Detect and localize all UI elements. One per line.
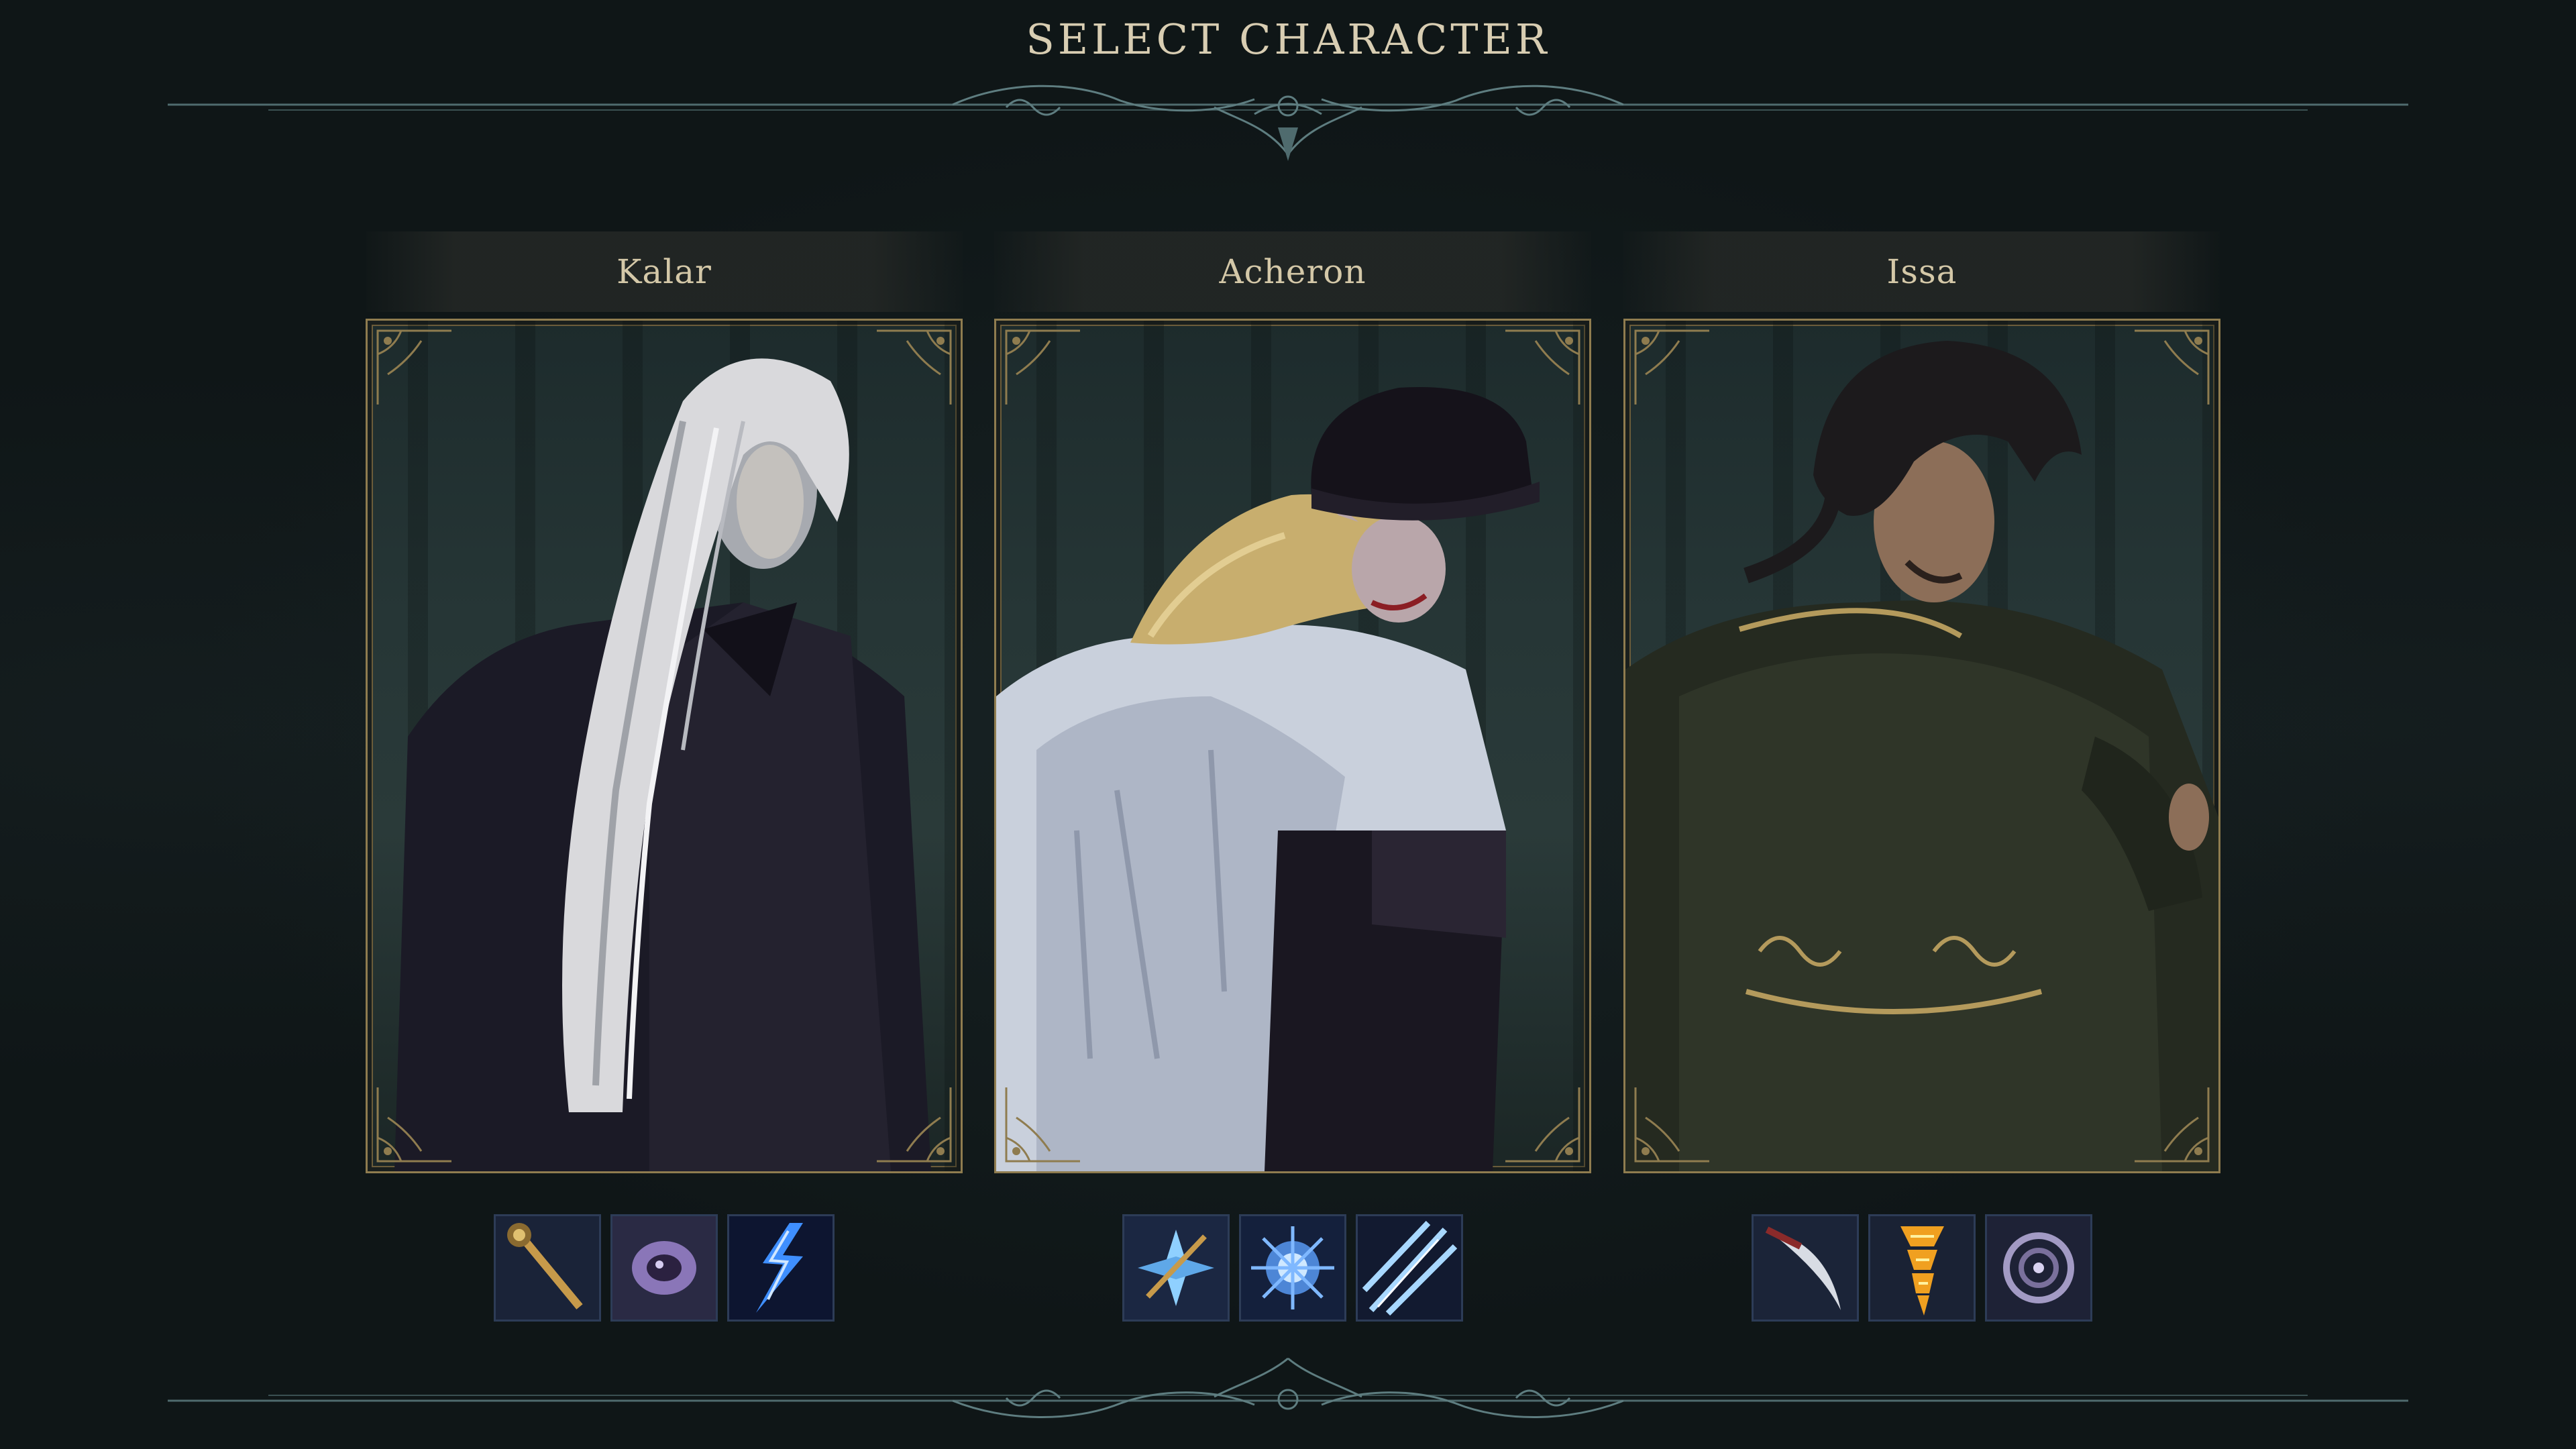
character-portrait[interactable] <box>1623 319 2220 1173</box>
dark-vortex-icon[interactable] <box>1985 1214 2092 1322</box>
curved-blade-icon[interactable] <box>1752 1214 1859 1322</box>
screen-title: SELECT CHARACTER <box>1026 15 1550 64</box>
character-name: Kalar <box>616 252 712 291</box>
acheron-ability-list <box>994 1214 1591 1322</box>
character-name: Issa <box>1886 252 1957 291</box>
character-name-plate: Acheron <box>994 231 1591 312</box>
lightning-bolt-icon[interactable] <box>727 1214 835 1322</box>
top-ornament-divider <box>168 67 2408 161</box>
fire-tornado-icon[interactable] <box>1868 1214 1976 1322</box>
character-select-screen: SELECT CHARACTER Kalar Acheron Issa <box>0 0 2576 1449</box>
kalar-portrait-art <box>394 358 931 1171</box>
golden-staff-icon[interactable] <box>494 1214 601 1322</box>
character-name-plate: Issa <box>1623 231 2220 312</box>
character-card-issa[interactable]: Issa <box>1623 231 2220 1173</box>
bottom-ornament-divider <box>168 1355 2408 1449</box>
kalar-ability-list <box>366 1214 963 1322</box>
character-name: Acheron <box>1219 252 1366 291</box>
frost-burst-icon[interactable] <box>1239 1214 1346 1322</box>
character-name-plate: Kalar <box>366 231 963 312</box>
slash-streaks-icon[interactable] <box>1356 1214 1463 1322</box>
character-card-kalar[interactable]: Kalar <box>366 231 963 1173</box>
issa-ability-list <box>1623 1214 2220 1322</box>
character-card-acheron[interactable]: Acheron <box>994 231 1591 1173</box>
character-portrait[interactable] <box>994 319 1591 1173</box>
character-portrait[interactable] <box>366 319 963 1173</box>
shadow-orb-icon[interactable] <box>610 1214 718 1322</box>
issa-portrait-art <box>1625 341 2218 1171</box>
ice-crystal-icon[interactable] <box>1122 1214 1230 1322</box>
acheron-portrait-art <box>996 387 1540 1171</box>
